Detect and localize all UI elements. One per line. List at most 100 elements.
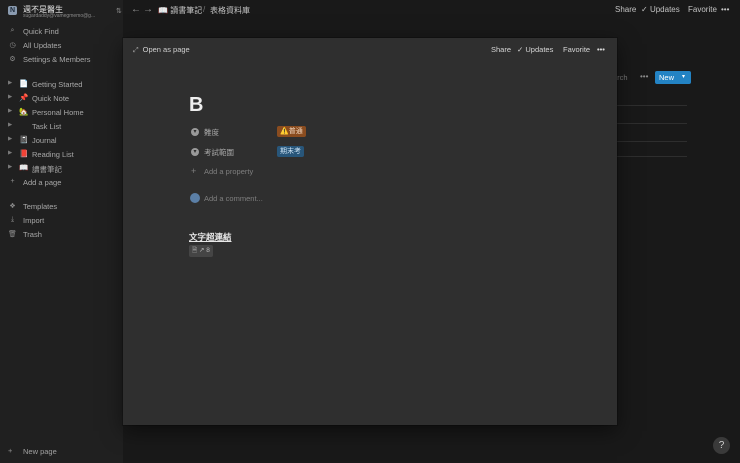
sidebar-item-label: Journal: [32, 136, 57, 145]
sidebar-item-label: Quick Note: [32, 94, 70, 103]
db-row-divider: [617, 141, 687, 142]
template-icon: ❖: [9, 203, 16, 210]
db-row-divider: [617, 105, 687, 106]
trash-icon: 🗑: [8, 231, 17, 238]
check-icon: ✓: [641, 5, 648, 14]
open-as-page-label: Open as page: [142, 45, 190, 54]
modal-favorite-button[interactable]: Favorite: [563, 45, 590, 54]
add-page-label: Add a page: [23, 178, 62, 187]
property-name: 難度: [204, 128, 219, 137]
sidebar-item-label: Import: [23, 216, 45, 225]
page-icon: 🗎 ↗: [192, 247, 207, 254]
updates-label: Updates: [525, 45, 554, 54]
property-row-exam-scope[interactable]: ▾ 考試範圍 期末考: [191, 146, 391, 159]
topbar: ← → 📖 讀書筆記 / 表格資料庫 Share ✓ Updates Favor…: [123, 0, 740, 20]
favorite-button[interactable]: Favorite: [688, 5, 717, 14]
back-arrow-icon[interactable]: ←: [131, 4, 141, 15]
modal-more-button[interactable]: •••: [597, 45, 605, 54]
expand-triangle-icon[interactable]: ▶: [8, 150, 12, 156]
updates-label: Updates: [649, 5, 680, 14]
add-property-label: Add a property: [204, 167, 254, 176]
hyperlink-text[interactable]: 文字超連結: [189, 231, 232, 243]
property-row-difficulty[interactable]: ▾ 難度 ⚠️普通: [191, 126, 391, 139]
expand-triangle-icon[interactable]: ▶: [8, 80, 12, 86]
workspace-logo: N: [8, 6, 17, 15]
forward-arrow-icon[interactable]: →: [143, 4, 153, 15]
gear-icon: ⚙: [9, 56, 16, 63]
sidebar-item-label: Getting Started: [32, 80, 83, 89]
search-icon: ⌕: [10, 27, 15, 34]
avatar: [190, 193, 200, 203]
help-button[interactable]: ?: [713, 437, 730, 454]
sidebar-page-personal-home[interactable]: ▶ 🏡 Personal Home: [8, 107, 120, 119]
sidebar: N 週不是醫生 sugardaddy@vamegmemo@g... ⇅ ⌕ Qu…: [0, 0, 123, 463]
sidebar-item-quick-find[interactable]: ⌕ Quick Find: [8, 26, 120, 38]
sidebar-page-reading-notes[interactable]: ▶ 📖 讀書筆記: [8, 163, 120, 175]
sidebar-item-label: 讀書筆記: [32, 165, 62, 174]
sidebar-item-label: Reading List: [32, 150, 74, 159]
share-button[interactable]: Share: [615, 5, 636, 14]
page-title[interactable]: B: [189, 94, 203, 117]
expand-triangle-icon[interactable]: ▶: [8, 94, 12, 100]
page-emoji-icon: 🏡: [19, 107, 29, 116]
sidebar-item-label: Quick Find: [23, 27, 59, 36]
breadcrumb-item-table-db[interactable]: 表格資料庫: [210, 5, 250, 16]
sidebar-page-getting-started[interactable]: ▶ 📄 Getting Started: [8, 79, 120, 91]
expand-triangle-icon[interactable]: ▶: [8, 122, 12, 128]
select-property-icon: ▾: [191, 128, 199, 136]
link-preview-chip[interactable]: 🗎 ↗ 8: [189, 245, 213, 257]
expand-diagonal-icon: ⤢: [133, 47, 139, 54]
sidebar-item-label: All Updates: [23, 41, 62, 50]
import-icon: ⤓: [10, 216, 15, 223]
breadcrumb-item-reading-notes[interactable]: 📖 讀書筆記: [158, 5, 202, 16]
property-tag[interactable]: ⚠️普通: [277, 126, 306, 137]
page-peek-modal: ⤢ Open as page Share ✓ Updates Favorite •…: [123, 38, 617, 425]
page-emoji-icon: 📕: [19, 149, 29, 158]
page-emoji-icon: 📖: [19, 163, 29, 172]
sidebar-page-journal[interactable]: ▶ 📓 Journal: [8, 135, 120, 147]
sidebar-page-task-list[interactable]: ▶ Task List: [8, 121, 120, 133]
new-page-label: New page: [23, 447, 57, 456]
page-emoji-icon: 📓: [19, 135, 29, 144]
sidebar-item-label: Settings & Members: [23, 55, 91, 64]
db-more-button[interactable]: •••: [640, 72, 648, 81]
chevron-updown-icon: ⇅: [116, 8, 122, 15]
page-emoji-icon: 📌: [19, 93, 29, 102]
updates-button[interactable]: ✓ Updates: [641, 5, 680, 14]
comment-placeholder: Add a comment...: [204, 194, 263, 203]
db-new-button[interactable]: New ▾: [655, 71, 691, 84]
sidebar-item-templates[interactable]: ❖ Templates: [8, 201, 120, 213]
workspace-email: sugardaddy@vamegmemo@g...: [23, 13, 96, 19]
sidebar-item-import[interactable]: ⤓ Import: [8, 215, 120, 227]
modal-share-button[interactable]: Share: [491, 45, 511, 54]
check-icon: ✓: [517, 45, 524, 54]
plus-icon: +: [8, 446, 13, 455]
plus-icon: +: [10, 178, 15, 185]
open-as-page-button[interactable]: ⤢ Open as page: [133, 45, 190, 55]
expand-triangle-icon[interactable]: ▶: [8, 108, 12, 114]
property-tag[interactable]: 期末考: [277, 146, 304, 157]
sidebar-item-all-updates[interactable]: ◷ All Updates: [8, 40, 120, 52]
sidebar-page-quick-note[interactable]: ▶ 📌 Quick Note: [8, 93, 120, 105]
breadcrumb-separator: /: [203, 5, 206, 14]
modal-updates-button[interactable]: ✓ Updates: [517, 45, 553, 54]
property-name: 考試範圍: [204, 148, 234, 157]
db-row-divider: [617, 123, 687, 124]
expand-triangle-icon[interactable]: ▶: [8, 136, 12, 142]
new-button-label: New: [659, 73, 675, 82]
sidebar-item-trash[interactable]: 🗑 Trash: [8, 229, 120, 241]
plus-icon: +: [191, 166, 197, 176]
expand-triangle-icon[interactable]: ▶: [8, 164, 12, 170]
sidebar-item-label: Trash: [23, 230, 42, 239]
sidebar-item-label: Personal Home: [32, 108, 84, 117]
sidebar-page-reading-list[interactable]: ▶ 📕 Reading List: [8, 149, 120, 161]
add-page-button[interactable]: + Add a page: [8, 177, 120, 189]
chevron-down-icon[interactable]: ▾: [682, 73, 685, 80]
page-emoji-icon: 📄: [19, 79, 29, 88]
workspace-switcher[interactable]: N 週不是醫生 sugardaddy@vamegmemo@g... ⇅: [8, 4, 122, 19]
more-options-button[interactable]: •••: [721, 5, 729, 14]
breadcrumb-label: 讀書筆記: [170, 6, 203, 15]
clock-icon: ◷: [9, 42, 16, 49]
sidebar-item-settings[interactable]: ⚙ Settings & Members: [8, 54, 120, 66]
link-chip-label: 8: [206, 247, 210, 254]
